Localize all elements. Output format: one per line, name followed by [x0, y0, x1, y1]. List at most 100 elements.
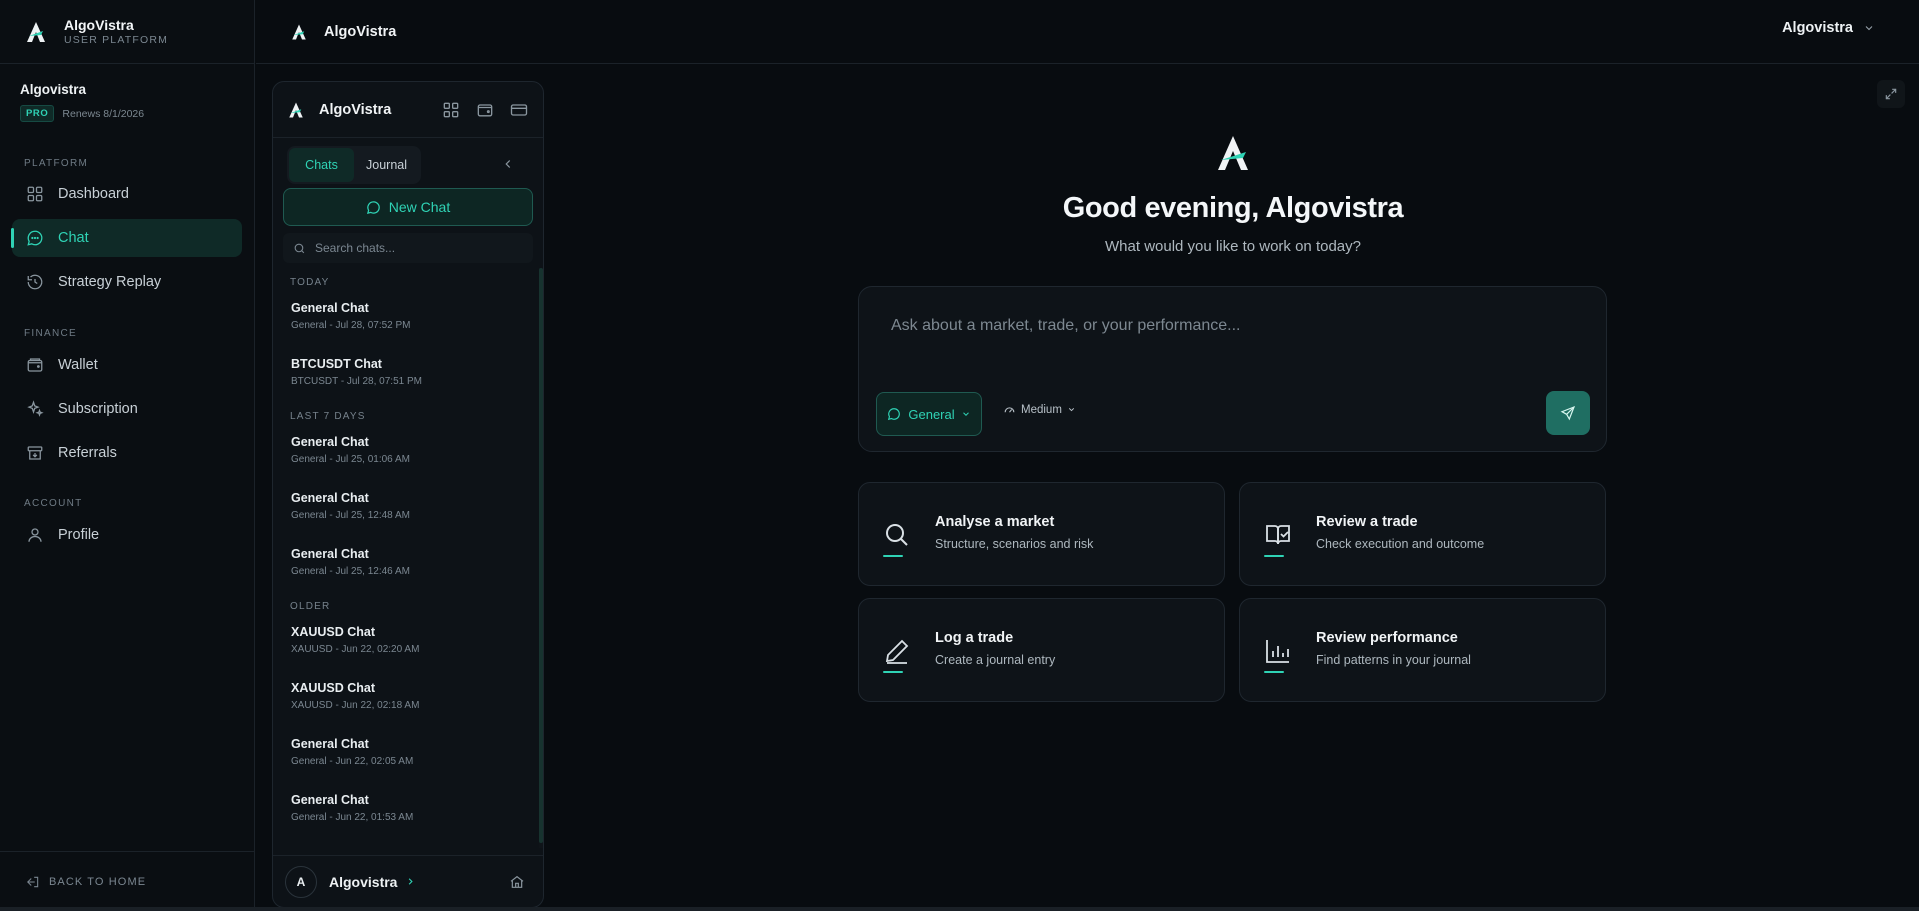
grid-icon[interactable]: [441, 100, 461, 120]
list-item[interactable]: General Chat General - Jul 28, 07:52 PM: [273, 288, 537, 344]
card-title: Analyse a market: [935, 514, 1055, 530]
algovistra-logo-icon: [292, 24, 306, 39]
brand-name: AlgoVistra: [64, 16, 134, 33]
chat-title: General Chat: [291, 793, 369, 807]
list-item[interactable]: XAUUSD Chat XAUUSD - Jun 22, 02:18 AM: [273, 668, 537, 724]
card-description: Structure, scenarios and risk: [935, 537, 1094, 551]
wallet-icon[interactable]: [475, 100, 495, 120]
tab-chats[interactable]: Chats: [289, 148, 354, 182]
brand-subtitle: USER PLATFORM: [64, 33, 169, 46]
chevron-down-icon: [1865, 26, 1873, 31]
new-chat-button[interactable]: New Chat: [283, 188, 533, 226]
card-description: Check execution and outcome: [1316, 537, 1485, 551]
wallet-icon: [27, 358, 43, 372]
chat-meta: General - Jul 28, 07:52 PM: [291, 320, 411, 331]
panel-tabs: Chats Journal: [287, 146, 421, 184]
chevron-left-icon[interactable]: [501, 157, 515, 171]
chat-meta: BTCUSDT - Jul 28, 07:51 PM: [291, 376, 422, 387]
sidebar-item-label: Chat: [58, 230, 89, 246]
message-composer: General Medium: [858, 286, 1607, 452]
effort-select[interactable]: Medium: [1003, 403, 1076, 416]
back-to-home-link[interactable]: BACK TO HOME: [0, 851, 255, 911]
home-icon[interactable]: [509, 874, 525, 890]
chat-search: [283, 233, 533, 263]
gauge-icon: [1004, 407, 1015, 413]
action-card-review-trade[interactable]: Review a trade Check execution and outco…: [1239, 482, 1606, 586]
chat-meta: XAUUSD - Jun 22, 02:20 AM: [291, 644, 420, 655]
chat-list: TODAY General Chat General - Jul 28, 07:…: [273, 268, 537, 848]
send-button[interactable]: [1546, 391, 1590, 435]
expand-button[interactable]: [1877, 80, 1905, 108]
chat-list-panel: AlgoVistra Chats Journal New Chat TODAY: [272, 81, 544, 908]
sidebar-item-profile[interactable]: Profile: [12, 516, 242, 554]
sidebar-item-chat[interactable]: Chat: [11, 219, 242, 257]
chat-title: General Chat: [291, 737, 369, 751]
list-item[interactable]: XAUUSD Chat XAUUSD - Jun 22, 02:20 AM: [273, 612, 537, 668]
chat-title: XAUUSD Chat: [291, 681, 376, 695]
chat-bubble-icon: [27, 230, 43, 246]
renewal-date: Renews 8/1/2026: [62, 107, 145, 120]
footer-user-name[interactable]: Algovistra: [329, 874, 397, 890]
card-title: Log a trade: [935, 630, 1014, 646]
list-item[interactable]: BTCUSDT Chat BTCUSDT - Jul 28, 07:51 PM: [273, 344, 537, 400]
action-card-review-performance[interactable]: Review performance Find patterns in your…: [1239, 598, 1606, 702]
message-input[interactable]: [891, 317, 1571, 377]
chevron-down-icon: [1068, 408, 1074, 412]
sidebar-item-referrals[interactable]: Referrals: [12, 434, 242, 472]
action-card-log-trade[interactable]: Log a trade Create a journal entry: [858, 598, 1225, 702]
avatar[interactable]: A: [285, 865, 317, 898]
user-icon: [28, 528, 42, 542]
top-header: AlgoVistra Algovistra: [256, 0, 1919, 64]
search-input[interactable]: [315, 241, 525, 255]
grid-icon: [27, 186, 43, 202]
scrollbar-thumb[interactable]: [539, 268, 543, 843]
card-title: Review performance: [1316, 630, 1458, 646]
section-label-finance: FINANCE: [24, 328, 77, 339]
card-icon[interactable]: [509, 100, 529, 120]
sidebar-item-dashboard[interactable]: Dashboard: [12, 175, 242, 213]
window-bottom-edge: [0, 907, 1919, 911]
plan-badge: PRO: [20, 105, 55, 122]
section-label-platform: PLATFORM: [24, 158, 89, 169]
list-item[interactable]: General Chat General - Jul 25, 12:48 AM: [273, 478, 537, 534]
list-item[interactable]: General Chat General - Jun 22, 01:53 AM: [273, 780, 537, 836]
chat-meta: General - Jul 25, 12:48 AM: [291, 510, 410, 521]
chevron-right-icon: [409, 878, 414, 885]
user-menu-dropdown[interactable]: Algovistra: [1782, 20, 1875, 36]
group-label-last-7-days: LAST 7 DAYS: [290, 411, 366, 422]
replay-icon: [27, 274, 43, 290]
sidebar-item-wallet[interactable]: Wallet: [12, 346, 242, 384]
chat-meta: General - Jun 22, 02:05 AM: [291, 756, 414, 767]
greeting-title: Good evening, Algovistra: [1062, 192, 1404, 224]
brand[interactable]: AlgoVistra USER PLATFORM: [0, 0, 255, 64]
magnifier-icon: [886, 524, 908, 546]
mode-label: General: [908, 406, 955, 422]
sidebar-item-subscription[interactable]: Subscription: [12, 390, 242, 428]
sidebar-item-label: Strategy Replay: [58, 274, 162, 290]
chat-title: General Chat: [291, 547, 369, 561]
chat-meta: General - Jul 25, 01:06 AM: [291, 454, 410, 465]
chat-bubble-icon: [366, 200, 380, 214]
expand-icon: [1885, 88, 1897, 100]
section-label-account: ACCOUNT: [24, 498, 83, 509]
panel-header: AlgoVistra: [273, 82, 543, 138]
tab-journal[interactable]: Journal: [354, 148, 419, 182]
chat-title: BTCUSDT Chat: [291, 357, 382, 371]
chat-meta: General - Jun 22, 01:53 AM: [291, 812, 414, 823]
panel-footer: A Algovistra: [273, 855, 543, 907]
sidebar-item-label: Subscription: [58, 401, 138, 417]
action-card-analyse-market[interactable]: Analyse a market Structure, scenarios an…: [858, 482, 1225, 586]
sidebar-item-strategy-replay[interactable]: Strategy Replay: [12, 263, 242, 301]
mode-select[interactable]: General: [876, 392, 982, 436]
sidebar: AlgoVistra USER PLATFORM Algovistra PRO …: [0, 0, 255, 911]
search-icon: [294, 243, 305, 253]
list-item[interactable]: General Chat General - Jul 25, 01:06 AM: [273, 422, 537, 478]
list-item[interactable]: General Chat General - Jun 22, 02:05 AM: [273, 724, 537, 780]
panel-title: AlgoVistra: [319, 101, 392, 118]
chat-meta: General - Jul 25, 12:46 AM: [291, 566, 410, 577]
sidebar-item-label: Referrals: [58, 445, 117, 461]
list-item[interactable]: General Chat General - Jul 25, 12:46 AM: [273, 534, 537, 590]
card-title: Review a trade: [1316, 514, 1418, 530]
chat-title: General Chat: [291, 435, 369, 449]
book-check-icon: [1266, 525, 1290, 545]
